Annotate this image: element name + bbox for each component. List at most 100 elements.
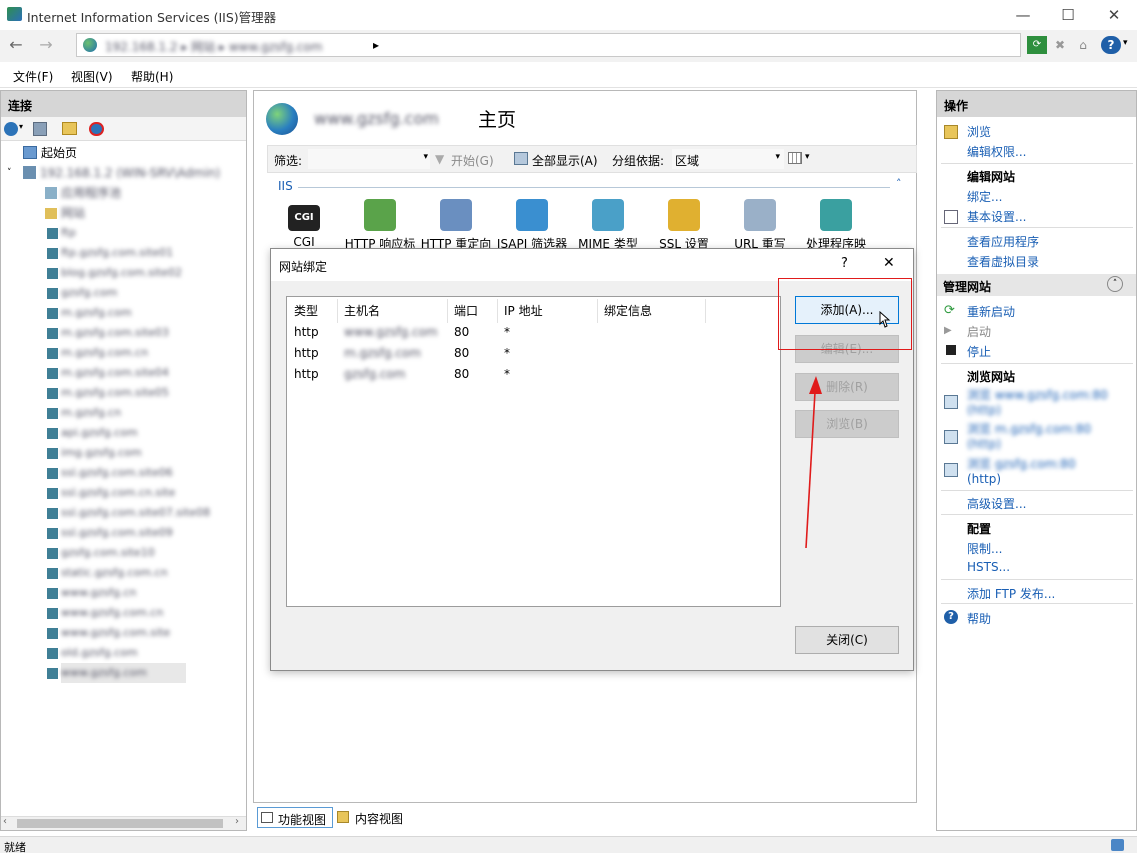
up-folder-icon[interactable] <box>62 122 77 135</box>
filter-dropdown-icon[interactable]: ▾ <box>423 152 428 162</box>
tree-item-site[interactable]: www.gzsfg.cn <box>47 583 136 603</box>
connect-dropdown-icon[interactable]: ▾ <box>19 122 23 131</box>
action-view-virtual-dirs[interactable]: 查看虚拟目录 <box>967 253 1039 270</box>
stop-icon[interactable]: ✖ <box>1050 36 1070 54</box>
feature-item[interactable]: 处理程序映 <box>798 199 874 252</box>
tree-item-site[interactable]: m.gzsfg.com.cn <box>47 343 148 363</box>
action-help[interactable]: 帮助 <box>967 610 991 627</box>
scroll-right-icon[interactable]: › <box>235 816 239 827</box>
menu-view[interactable]: 视图(V) <box>71 68 113 85</box>
tree-item-site[interactable]: m.gzsfg.com <box>47 303 132 323</box>
tree-item-site[interactable]: www.gzsfg.com.cn <box>47 603 163 623</box>
feature-item[interactable]: HTTP 重定向 <box>418 199 494 252</box>
disconnect-icon[interactable] <box>89 122 104 136</box>
close-button[interactable]: ✕ <box>1091 4 1137 26</box>
action-restart[interactable]: 重新启动 <box>967 303 1015 320</box>
action-limits[interactable]: 限制... <box>967 540 1002 557</box>
action-basic-settings[interactable]: 基本设置... <box>967 208 1026 225</box>
group-by-select[interactable]: 区域 ▾ <box>672 149 784 169</box>
tree-item-site[interactable]: ssl.gzsfg.com.site06 <box>47 463 173 483</box>
minimize-button[interactable]: — <box>1000 4 1046 26</box>
tree-item-sites[interactable]: 网站 <box>45 203 85 223</box>
connect-icon[interactable] <box>4 122 18 136</box>
action-browse-binding-3[interactable]: 浏览 gzsfg.com:80 <box>967 455 1076 472</box>
tree-item-site[interactable]: ssl.gzsfg.com.site09 <box>47 523 173 543</box>
tree-item-site[interactable]: ftp <box>47 223 76 243</box>
action-add-ftp[interactable]: 添加 FTP 发布... <box>967 585 1055 602</box>
forward-button[interactable]: → <box>33 35 59 57</box>
view-mode-dropdown-icon[interactable]: ▾ <box>805 152 810 162</box>
address-input[interactable]: 192.168.1.2 ▸ 网站 ▸ www.gzsfg.com ▸ <box>76 33 1021 57</box>
tree-item-site[interactable]: www.gzsfg.com.site <box>47 623 170 643</box>
tree-item-app-pools[interactable]: 应用程序池 <box>45 183 121 203</box>
action-browse-binding-1[interactable]: 浏览 www.gzsfg.com:80 (http) <box>967 388 1117 418</box>
tree-item-site[interactable]: ssl.gzsfg.com.cn.site <box>47 483 175 503</box>
action-edit-permissions[interactable]: 编辑权限... <box>967 143 1026 160</box>
scroll-thumb[interactable] <box>17 819 223 828</box>
tree-item-site[interactable]: gzsfg.com.site10 <box>47 543 155 563</box>
feature-item[interactable]: MIME 类型 <box>570 199 646 252</box>
scroll-left-icon[interactable]: ‹ <box>3 816 7 827</box>
refresh-icon[interactable]: ⟳ <box>1027 36 1047 54</box>
home-icon[interactable]: ⌂ <box>1073 36 1093 54</box>
binding-row[interactable]: http www.gzsfg.com 80 * <box>287 325 777 345</box>
action-advanced-settings[interactable]: 高级设置... <box>967 495 1026 512</box>
tab-content-view[interactable]: 内容视图 <box>335 807 415 828</box>
feature-item[interactable]: CGI CGI <box>266 205 342 249</box>
close-dialog-button[interactable]: 关闭(C) <box>795 626 899 654</box>
back-button[interactable]: ← <box>3 35 29 57</box>
help-icon[interactable]: ? <box>1101 36 1121 54</box>
tree-item-site[interactable]: m.gzsfg.com.site04 <box>47 363 169 383</box>
action-bindings[interactable]: 绑定... <box>967 188 1002 205</box>
maximize-button[interactable]: ☐ <box>1045 4 1091 26</box>
collapse-manage-icon[interactable]: ˄ <box>1107 276 1123 292</box>
tree-item-server[interactable]: 192.168.1.2 (WIN-SRV\Admin) <box>23 163 220 183</box>
action-view-applications[interactable]: 查看应用程序 <box>967 233 1039 250</box>
action-browse[interactable]: 浏览 <box>967 123 991 140</box>
action-stop[interactable]: 停止 <box>967 343 991 360</box>
tree-item-site[interactable]: gzsfg.com <box>47 283 117 303</box>
show-all-button[interactable]: 全部显示(A) <box>532 152 598 169</box>
tree-item-site[interactable]: blog.gzsfg.com.site02 <box>47 263 182 283</box>
feature-item[interactable]: HTTP 响应标 <box>342 199 418 252</box>
tree-item-site[interactable]: www.gzsfg.com <box>47 663 186 683</box>
start-filter-button[interactable]: 开始(G) <box>451 152 494 169</box>
tree-item-site[interactable]: m.gzsfg.cn <box>47 403 121 423</box>
action-browse-binding-3-protocol[interactable]: (http) <box>967 472 1001 486</box>
action-hsts[interactable]: HSTS... <box>967 560 1010 574</box>
binding-row[interactable]: http m.gzsfg.com 80 * <box>287 346 777 366</box>
help-dropdown-icon[interactable]: ▾ <box>1123 38 1128 48</box>
action-browse-binding-2[interactable]: 浏览 m.gzsfg.com:80 (http) <box>967 422 1117 452</box>
tree-expander-icon[interactable]: ˅ <box>7 163 12 183</box>
binding-row[interactable]: http gzsfg.com 80 * <box>287 367 777 387</box>
feature-item[interactable]: URL 重写 <box>722 199 798 252</box>
menu-file[interactable]: 文件(F) <box>13 68 53 85</box>
tree-item-site[interactable]: old.gzsfg.com <box>47 643 138 663</box>
tab-features-view[interactable]: 功能视图 <box>257 807 333 828</box>
tree-item-site[interactable]: api.gzsfg.com <box>47 423 138 443</box>
feature-item[interactable]: ISAPI 筛选器 <box>494 199 570 252</box>
tree-item-site[interactable]: static.gzsfg.com.cn <box>47 563 168 583</box>
col-type-header[interactable]: 类型 <box>294 302 318 320</box>
group-by-dropdown-icon[interactable]: ▾ <box>775 152 780 162</box>
dialog-help-button[interactable]: ? <box>841 256 848 271</box>
filter-input[interactable]: ▾ <box>308 149 430 169</box>
col-ip-header[interactable]: IP 地址 <box>504 302 543 320</box>
col-host-header[interactable]: 主机名 <box>344 302 380 320</box>
dialog-close-button[interactable]: ✕ <box>883 255 895 271</box>
tree-item-site[interactable]: m.gzsfg.com.site05 <box>47 383 169 403</box>
save-icon[interactable] <box>33 122 47 136</box>
feature-item[interactable]: SSL 设置 <box>646 199 722 252</box>
menu-help[interactable]: 帮助(H) <box>131 68 173 85</box>
view-mode-icon[interactable] <box>788 152 802 164</box>
tree-item-site[interactable]: ssl.gzsfg.com.site07.site08 <box>47 503 210 523</box>
horizontal-scrollbar[interactable]: ‹ › <box>1 816 246 830</box>
tree-item-site[interactable]: ftp.gzsfg.com.site01 <box>47 243 173 263</box>
tree-item-site[interactable]: img.gzsfg.com <box>47 443 142 463</box>
tree-item-start-page[interactable]: 起始页 <box>23 143 77 163</box>
col-binding-info-header[interactable]: 绑定信息 <box>604 302 652 320</box>
bindings-list[interactable]: 类型 主机名 端口 IP 地址 绑定信息 http www.gzsfg.com 80… <box>286 296 781 607</box>
collapse-group-icon[interactable]: ˄ <box>896 177 902 190</box>
col-port-header[interactable]: 端口 <box>454 302 478 320</box>
tree-item-site[interactable]: m.gzsfg.com.site03 <box>47 323 169 343</box>
